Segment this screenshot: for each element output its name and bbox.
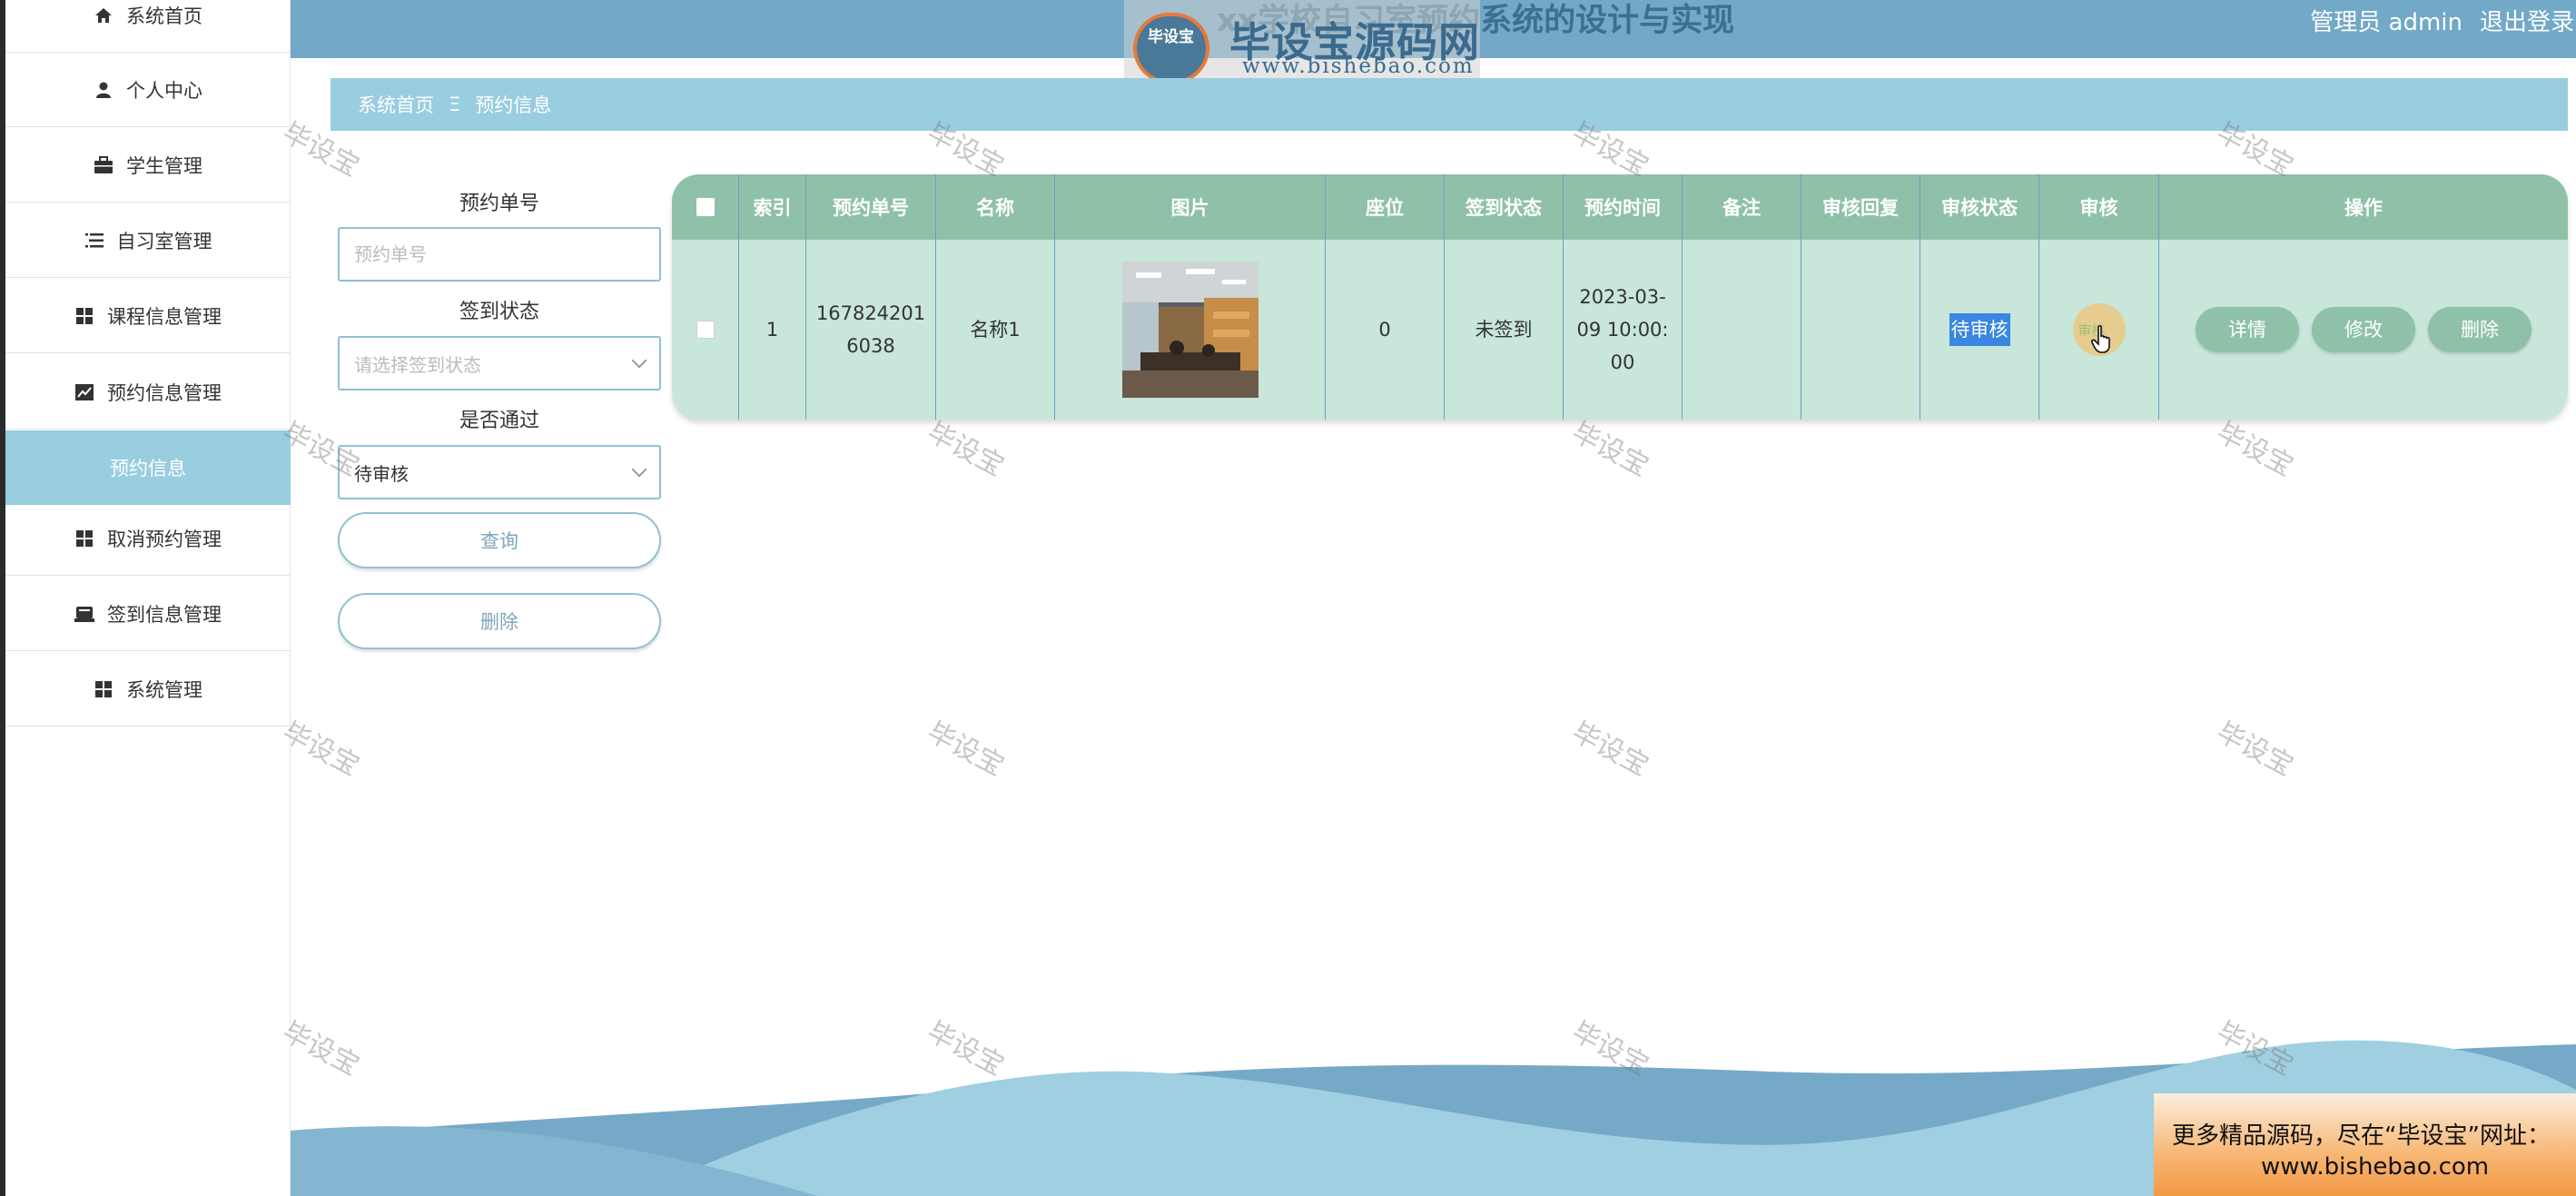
reservation-table: 索引 预约单号 名称 图片 座位 签到状态 预约时间 备注 审核回复 审核状态 … bbox=[672, 174, 2568, 420]
sidebar: 系统首页 个人中心 学生管理 自习室管理 课程信息管理 预约信息管理 预约信息 bbox=[0, 0, 291, 1196]
sidebar-item-signin[interactable]: 签到信息管理 bbox=[5, 577, 291, 651]
sidebar-item-label: 预约信息 bbox=[110, 458, 186, 479]
logout-link[interactable]: 退出登录 bbox=[2480, 4, 2574, 37]
column-header: 备注 bbox=[1683, 174, 1801, 240]
logo-url: www.bishebao.com bbox=[1242, 54, 1475, 78]
column-header: 座位 bbox=[1326, 174, 1445, 240]
sidebar-item-reservation-info[interactable]: 预约信息 bbox=[5, 430, 291, 505]
order-no-line: 167824201 bbox=[815, 302, 926, 324]
sidebar-item-label: 签到信息管理 bbox=[107, 603, 222, 626]
cell-name: 名称1 bbox=[936, 240, 1055, 420]
sidebar-item-label: 系统管理 bbox=[126, 678, 202, 701]
column-header: 审核回复 bbox=[1801, 174, 1920, 240]
logo-badge-icon: 毕设宝 bbox=[1133, 13, 1209, 84]
audit-status-text: 待审核 bbox=[1949, 313, 2010, 346]
cell-seat: 0 bbox=[1326, 240, 1445, 420]
cell-audit: 审核 bbox=[2039, 240, 2159, 420]
sidebar-item-home[interactable]: 系统首页 bbox=[5, 0, 291, 53]
sidebar-item-label: 系统首页 bbox=[126, 5, 202, 27]
delete-row-button[interactable]: 删除 bbox=[2428, 307, 2532, 352]
pass-label: 是否通过 bbox=[459, 410, 539, 432]
column-header: 签到状态 bbox=[1445, 174, 1564, 240]
grid-icon bbox=[94, 679, 114, 699]
home-icon bbox=[94, 5, 114, 25]
sign-status-label: 签到状态 bbox=[459, 301, 539, 323]
printer-icon bbox=[74, 604, 94, 624]
order-no-label: 预约单号 bbox=[459, 193, 539, 215]
select-all-checkbox[interactable] bbox=[696, 198, 715, 216]
audit-button[interactable]: 审核 bbox=[2072, 303, 2126, 356]
list-icon bbox=[84, 231, 104, 251]
column-header: 审核状态 bbox=[1920, 174, 2039, 240]
sidebar-item-personal-center[interactable]: 个人中心 bbox=[5, 53, 291, 127]
breadcrumb-current: 预约信息 bbox=[475, 94, 552, 116]
sidebar-item-label: 预约信息管理 bbox=[107, 381, 222, 404]
admin-info: 管理员 admin bbox=[2310, 9, 2462, 36]
column-header: 预约单号 bbox=[806, 174, 936, 240]
promo-url: www.bishebao.com bbox=[2261, 1153, 2490, 1181]
sidebar-item-label: 学生管理 bbox=[126, 154, 202, 177]
sidebar-item-system[interactable]: 系统管理 bbox=[5, 652, 291, 726]
row-checkbox[interactable] bbox=[696, 321, 715, 339]
chevron-down-icon bbox=[631, 461, 647, 478]
cell-operations: 详情 修改 删除 bbox=[2159, 240, 2568, 420]
hand-cursor-icon bbox=[2090, 325, 2110, 353]
cell-audit-status: 待审核 bbox=[1920, 240, 2039, 420]
order-no-line: 6038 bbox=[846, 335, 895, 357]
header-select-all[interactable] bbox=[672, 174, 739, 240]
column-header: 名称 bbox=[936, 174, 1055, 240]
table-header: 索引 预约单号 名称 图片 座位 签到状态 预约时间 备注 审核回复 审核状态 … bbox=[672, 174, 2568, 240]
breadcrumb-separator: Ξ bbox=[449, 94, 461, 115]
promo-text: 更多精品源码，尽在“毕设宝”网址： bbox=[2172, 1122, 2551, 1150]
time-line: 00 bbox=[1610, 351, 1635, 373]
sidebar-item-label: 课程信息管理 bbox=[107, 305, 222, 328]
cell-image bbox=[1055, 240, 1326, 420]
order-no-input[interactable] bbox=[338, 227, 661, 282]
briefcase-icon bbox=[94, 155, 114, 175]
sidebar-item-cancel-reservations[interactable]: 取消预约管理 bbox=[5, 501, 291, 576]
column-header: 图片 bbox=[1055, 174, 1326, 240]
sidebar-item-students[interactable]: 学生管理 bbox=[5, 128, 291, 203]
query-button[interactable]: 查询 bbox=[338, 512, 661, 568]
sidebar-item-courses[interactable]: 课程信息管理 bbox=[5, 279, 291, 353]
grid-icon bbox=[74, 306, 94, 326]
delete-selected-button[interactable]: 删除 bbox=[338, 593, 661, 649]
sidebar-item-label: 个人中心 bbox=[126, 79, 202, 102]
breadcrumb-home[interactable]: 系统首页 bbox=[358, 91, 434, 118]
edit-button[interactable]: 修改 bbox=[2312, 307, 2415, 352]
cell-order-no: 167824201 6038 bbox=[806, 240, 936, 420]
column-header: 审核 bbox=[2039, 174, 2159, 240]
chevron-down-icon bbox=[631, 352, 647, 369]
room-photo[interactable] bbox=[1121, 262, 1258, 398]
column-header: 预约时间 bbox=[1564, 174, 1683, 240]
sign-status-placeholder: 请选择签到状态 bbox=[354, 353, 481, 376]
pass-select-value: 待审核 bbox=[354, 462, 409, 485]
cell-sign-status: 未签到 bbox=[1445, 240, 1564, 420]
cell-reply bbox=[1801, 240, 1920, 420]
cell-remark bbox=[1683, 240, 1801, 420]
time-line: 09 10:00: bbox=[1576, 319, 1669, 341]
column-header: 操作 bbox=[2344, 197, 2383, 219]
sidebar-item-study-rooms[interactable]: 自习室管理 bbox=[5, 203, 291, 278]
cell-index: 1 bbox=[739, 240, 806, 420]
row-select-cell[interactable] bbox=[672, 240, 739, 420]
time-line: 2023-03- bbox=[1579, 286, 1666, 308]
cell-time: 2023-03- 09 10:00: 00 bbox=[1564, 240, 1683, 420]
sidebar-item-label: 自习室管理 bbox=[116, 230, 212, 252]
user-icon bbox=[94, 80, 114, 100]
pass-select[interactable]: 待审核 bbox=[338, 445, 661, 499]
logo-badge-text: 毕设宝 bbox=[1148, 28, 1194, 46]
sign-status-select[interactable]: 请选择签到状态 bbox=[338, 336, 661, 390]
column-header: 索引 bbox=[739, 174, 806, 240]
chart-icon bbox=[74, 382, 94, 402]
grid-icon bbox=[74, 529, 94, 549]
sidebar-item-label: 取消预约管理 bbox=[107, 528, 222, 550]
sidebar-item-reservations-mgmt[interactable]: 预约信息管理 bbox=[5, 355, 291, 430]
promo-banner: 更多精品源码，尽在“毕设宝”网址： www.bishebao.com bbox=[2154, 1093, 2576, 1196]
detail-button[interactable]: 详情 bbox=[2196, 307, 2299, 352]
